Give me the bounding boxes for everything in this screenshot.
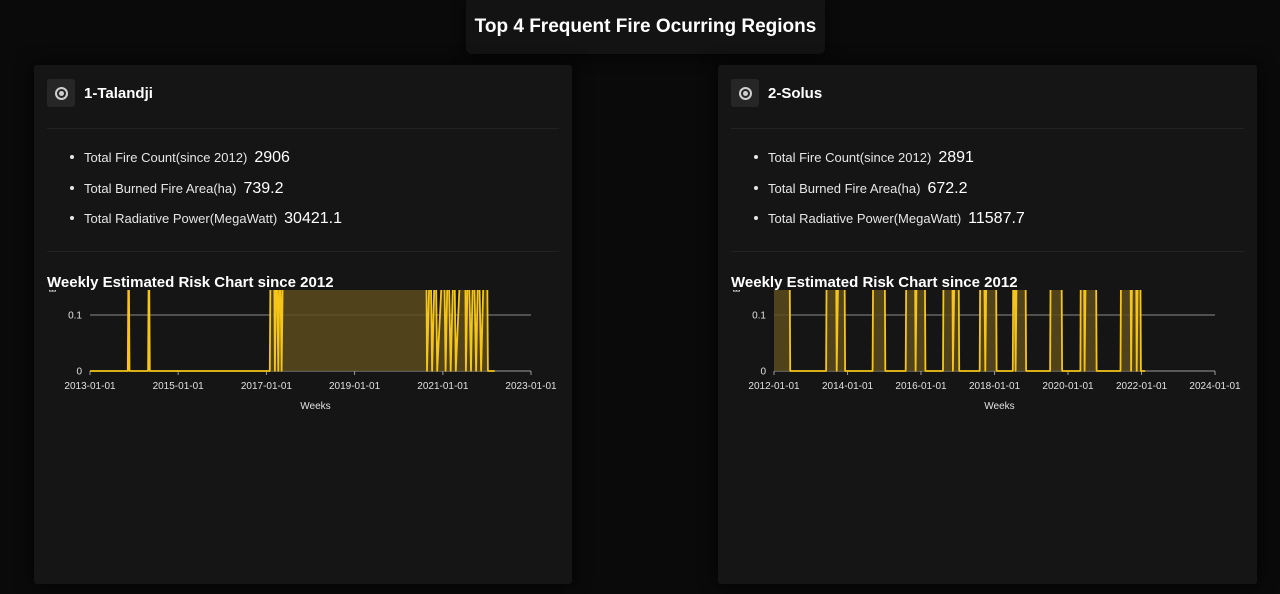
region-card-2: 2-Solus Total Fire Count(since 2012) 2891… — [718, 65, 1257, 584]
region-card-1: 1-Talandji Total Fire Count(since 2012) 2… — [34, 65, 572, 584]
y-tick-label: 0 — [760, 367, 766, 378]
stat-burned-area: Total Burned Fire Area(ha) 739.2 — [70, 180, 342, 211]
region-card-header: 2-Solus — [731, 79, 822, 107]
x-tick-label: 2018-01-01 — [969, 381, 1021, 392]
stat-radiative-power: Total Radiative Power(MegaWatt) 11587.7 — [754, 210, 1025, 241]
stat-label: Total Radiative Power(MegaWatt) — [84, 211, 278, 226]
y-tick-label: 0.1 — [68, 311, 82, 322]
stat-value: 30421.1 — [284, 210, 342, 227]
stat-radiative-power: Total Radiative Power(MegaWatt) 30421.1 — [70, 210, 342, 241]
radio-selected-icon[interactable] — [731, 79, 759, 107]
x-tick-label: 2014-01-01 — [822, 381, 874, 392]
stat-label: Total Burned Fire Area(ha) — [84, 180, 237, 196]
stat-value: 672.2 — [927, 179, 968, 197]
x-tick-label: 2023-01-01 — [505, 381, 557, 392]
x-tick-label: 2022-01-01 — [1116, 381, 1168, 392]
stat-fire-count: Total Fire Count(since 2012) 2891 — [754, 149, 1025, 180]
chart-title: Weekly Estimated Risk Chart since 2012 — [731, 274, 1018, 291]
page-title: Top 4 Frequent Fire Ocurring Regions — [466, 0, 825, 54]
stats-list: Total Fire Count(since 2012) 2891 Total B… — [754, 149, 1025, 241]
region-name: 1-Talandji — [84, 84, 153, 102]
radio-selected-icon[interactable] — [47, 79, 75, 107]
stats-list: Total Fire Count(since 2012) 2906 Total B… — [70, 149, 342, 241]
stat-label: Total Fire Count(since 2012) — [84, 150, 248, 165]
x-tick-label: 2020-01-01 — [1042, 381, 1094, 392]
chart-title: Weekly Estimated Risk Chart since 2012 — [47, 274, 334, 291]
x-tick-label: 2021-01-01 — [417, 381, 469, 392]
x-tick-label: 2012-01-01 — [748, 381, 800, 392]
x-tick-label: 2017-01-01 — [241, 381, 293, 392]
stat-fire-count: Total Fire Count(since 2012) 2906 — [70, 149, 342, 180]
x-axis-label: Weeks — [984, 401, 1014, 412]
stat-value: 2891 — [938, 149, 974, 166]
stat-burned-area: Total Burned Fire Area(ha) 672.2 — [754, 180, 1025, 211]
x-tick-label: 2024-01-01 — [1189, 381, 1241, 392]
region-card-header: 1-Talandji — [47, 79, 153, 107]
region-name: 2-Solus — [768, 84, 823, 102]
stat-label: Total Radiative Power(MegaWatt) — [768, 211, 962, 226]
stat-label: Total Fire Count(since 2012) — [768, 150, 932, 165]
x-tick-label: 2015-01-01 — [153, 381, 205, 392]
stat-value: 2906 — [254, 149, 290, 166]
stat-label: Total Burned Fire Area(ha) — [768, 180, 921, 196]
risk-chart: 00.10.20.30.42013-01-012015-01-012017-01… — [48, 290, 557, 412]
stat-value: 11587.7 — [968, 210, 1025, 227]
x-tick-label: 2019-01-01 — [329, 381, 381, 392]
y-tick-label: 0.1 — [752, 311, 766, 322]
y-axis-label: Estimated Risk — [48, 290, 59, 292]
risk-chart: 00.10.20.30.42012-01-012014-01-012016-01… — [732, 290, 1241, 412]
x-axis-label: Weeks — [300, 401, 330, 412]
divider — [731, 128, 1244, 129]
divider — [47, 128, 559, 129]
x-tick-label: 2016-01-01 — [895, 381, 947, 392]
stat-value: 739.2 — [243, 179, 284, 197]
x-tick-label: 2013-01-01 — [64, 381, 116, 392]
y-tick-label: 0 — [76, 367, 82, 378]
y-axis-label: Estimated Risk — [732, 290, 743, 292]
divider — [47, 251, 559, 252]
divider — [731, 251, 1244, 252]
